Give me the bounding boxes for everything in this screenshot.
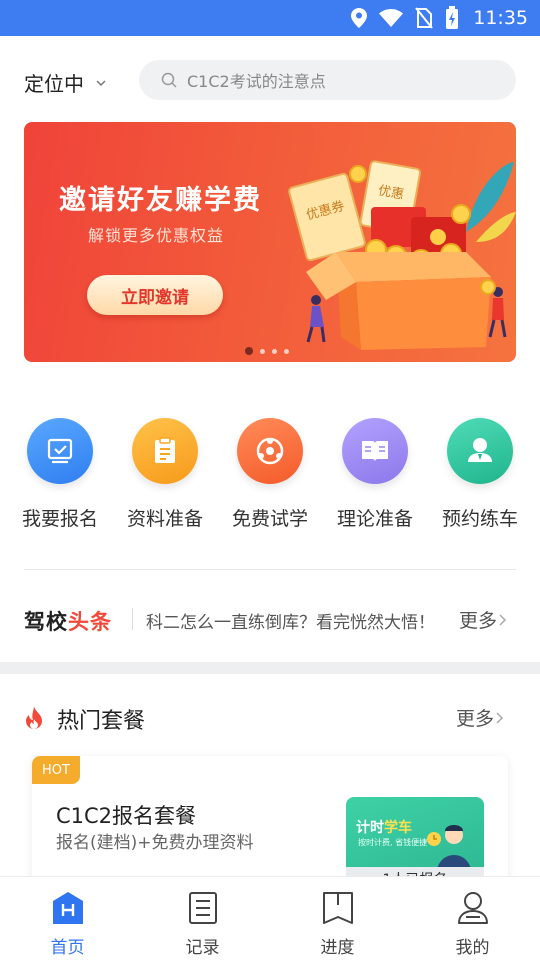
- progress-book-icon: [270, 889, 405, 927]
- quick-nav-theory[interactable]: 理论准备: [321, 418, 429, 531]
- hot-packages-header: 热门套餐 更多: [0, 700, 540, 736]
- banner-title: 邀请好友赚学费: [59, 185, 262, 216]
- wifi-icon: [379, 9, 404, 27]
- steering-wheel-icon: [237, 418, 303, 484]
- quick-nav-label: 理论准备: [336, 508, 413, 530]
- package-name: C1C2报名套餐: [56, 804, 197, 828]
- quick-nav-label: 免费试学: [231, 508, 308, 530]
- quick-nav-label: 资料准备: [126, 508, 203, 530]
- more-label: 更多: [459, 610, 498, 632]
- thumb-title-b: 学车: [384, 820, 412, 836]
- invite-now-button[interactable]: 立即邀请: [87, 275, 223, 315]
- hot-packages-title: 热门套餐: [57, 709, 146, 734]
- signup-icon: [27, 418, 93, 484]
- carousel-dot[interactable]: [245, 347, 253, 355]
- quick-nav-label: 预约练车: [441, 508, 518, 530]
- search-bar[interactable]: C1C2考试的注意点: [139, 60, 516, 100]
- location-selector[interactable]: 定位中: [24, 68, 106, 97]
- location-icon: [351, 8, 368, 28]
- quick-nav: 我要报名 资料准备 免费试学 理论准备 预约练车: [0, 418, 540, 538]
- gift-box-illustration: 优惠券 优惠: [288, 160, 516, 350]
- record-icon: [135, 889, 270, 927]
- quick-nav-book-practice[interactable]: 预约练车: [426, 418, 534, 531]
- instructor-icon: [447, 418, 513, 484]
- no-sim-icon: [415, 7, 434, 29]
- tab-progress[interactable]: 进度: [270, 889, 405, 958]
- quick-nav-materials[interactable]: 资料准备: [111, 418, 219, 531]
- search-icon: [161, 72, 177, 88]
- driving-school-headlines[interactable]: 驾校头条 科二怎么一直练倒库？看完恍然大悟！ 更多: [0, 598, 540, 642]
- quick-nav-free-trial[interactable]: 免费试学: [216, 418, 324, 531]
- logo-part-a: 驾校: [24, 610, 68, 634]
- clipboard-icon: [132, 418, 198, 484]
- tab-home[interactable]: 首页: [0, 889, 135, 958]
- carousel-indicator[interactable]: [245, 347, 289, 355]
- news-headline[interactable]: 科二怎么一直练倒库？看完恍然大悟！: [146, 608, 435, 633]
- carousel-dot[interactable]: [260, 348, 265, 354]
- package-description: 报名(建档)+免费办理资料: [56, 833, 254, 853]
- battery-charging-icon: [446, 6, 459, 29]
- bottom-tab-bar: 首页 记录 进度 我的: [0, 876, 540, 960]
- hot-badge: HOT: [32, 756, 80, 784]
- status-bar: 11:35: [0, 0, 540, 36]
- tab-profile[interactable]: 我的: [405, 889, 540, 958]
- quick-nav-signup[interactable]: 我要报名: [6, 418, 114, 531]
- profile-icon: [405, 889, 540, 927]
- tab-label: 进度: [320, 938, 355, 958]
- tab-label: 记录: [185, 938, 220, 958]
- more-label: 更多: [456, 708, 495, 730]
- carousel-dot[interactable]: [272, 348, 277, 354]
- hot-more-link[interactable]: 更多: [456, 704, 504, 731]
- status-time: 11:35: [473, 7, 528, 29]
- quick-nav-label: 我要报名: [21, 508, 98, 530]
- book-icon: [342, 418, 408, 484]
- separator: [132, 608, 133, 630]
- carousel-dot[interactable]: [284, 348, 289, 354]
- header: 定位中 C1C2考试的注意点: [0, 36, 540, 122]
- tab-label: 我的: [455, 938, 490, 958]
- chevron-down-icon: [96, 80, 106, 87]
- thumb-subtitle: 按时计费, 省钱便捷: [358, 838, 428, 847]
- section-gap: [0, 662, 540, 674]
- chevron-right-icon: [496, 711, 504, 724]
- chevron-right-icon: [499, 613, 507, 626]
- logo-part-b: 头条: [68, 610, 112, 634]
- news-more-link[interactable]: 更多: [459, 606, 507, 633]
- status-icons: 11:35: [351, 6, 528, 30]
- home-icon: [0, 889, 135, 927]
- banner-subtitle: 解锁更多优惠权益: [88, 226, 225, 245]
- search-placeholder: C1C2考试的注意点: [187, 72, 326, 91]
- location-label: 定位中: [24, 72, 84, 96]
- tab-label: 首页: [50, 938, 85, 958]
- tab-records[interactable]: 记录: [135, 889, 270, 958]
- thumb-title-a: 计时: [356, 820, 384, 836]
- promo-banner[interactable]: 邀请好友赚学费 解锁更多优惠权益 立即邀请 优惠券 优惠: [24, 122, 516, 362]
- thumb-title: 计时学车: [356, 817, 412, 837]
- divider: [24, 569, 516, 570]
- headlines-logo: 驾校头条: [24, 606, 112, 636]
- fire-icon: [26, 706, 42, 729]
